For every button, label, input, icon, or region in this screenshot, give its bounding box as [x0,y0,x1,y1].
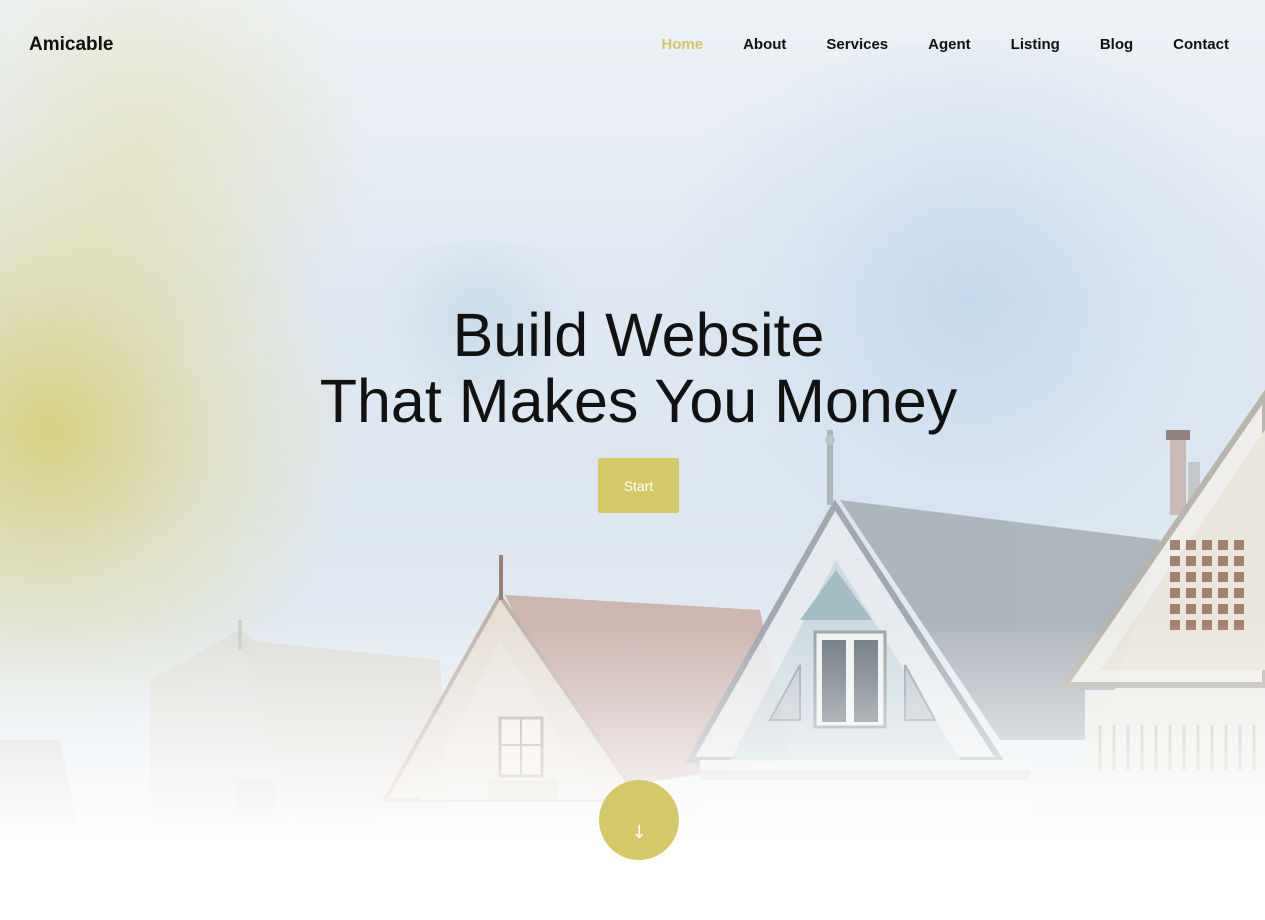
nav-item-blog[interactable]: Blog [1100,36,1133,53]
brand-logo[interactable]: Amicable [29,34,113,56]
nav-item-listing[interactable]: Listing [1011,36,1060,53]
hero-headline-line2: That Makes You Money [319,367,958,435]
nav-item-contact[interactable]: Contact [1173,36,1229,53]
start-button[interactable]: Start [598,458,679,513]
nav-item-services[interactable]: Services [826,36,888,53]
main-nav: Home About Services Agent Listing Blog C… [621,36,1229,53]
navbar: Amicable Home About Services Agent Listi… [0,0,1265,90]
arrow-down-icon: ↓ [631,822,647,843]
scroll-down-button[interactable]: ↓ [599,780,679,860]
hero-headline: Build Website That Makes You Money [0,302,1265,434]
nav-item-about[interactable]: About [743,36,786,53]
page: Amicable Home About Services Agent Listi… [0,0,1265,920]
nav-item-agent[interactable]: Agent [928,36,971,53]
hero-headline-line1: Build Website [452,301,825,369]
nav-item-home[interactable]: Home [661,36,703,53]
